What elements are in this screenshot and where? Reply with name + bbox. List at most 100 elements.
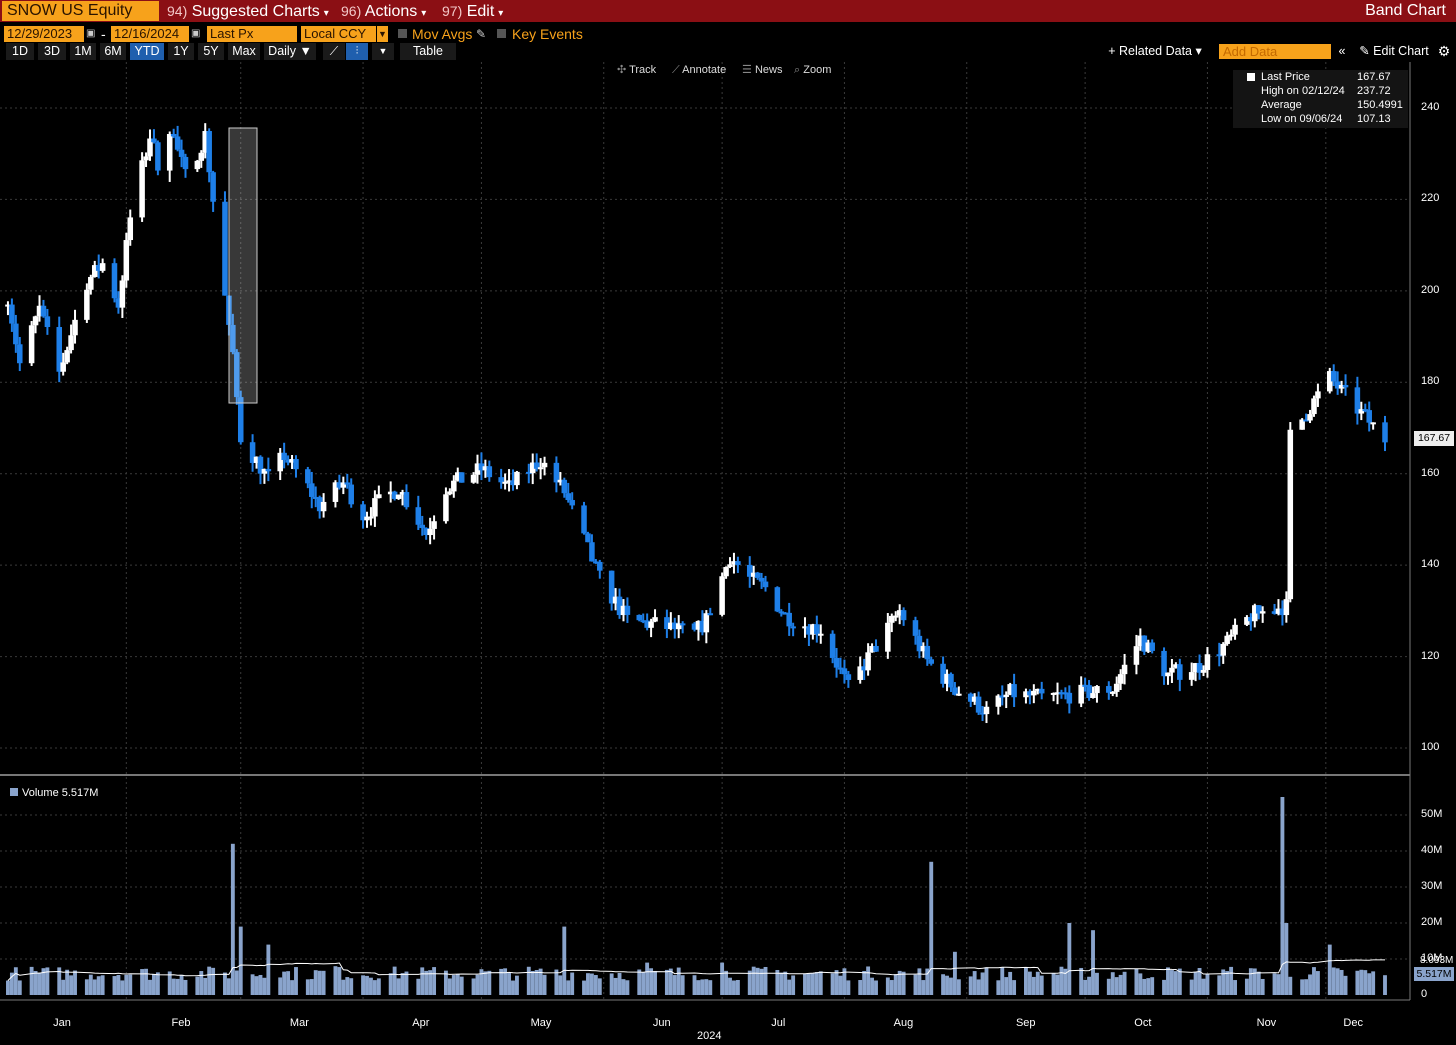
price-band-body <box>1066 692 1073 704</box>
volume-bar <box>1343 975 1348 995</box>
volume-bar <box>1331 967 1336 995</box>
volume-bar <box>1031 976 1036 995</box>
volume-bar <box>901 971 906 995</box>
band-chart[interactable] <box>0 0 1456 1045</box>
volume-bar <box>195 976 200 995</box>
volume-bar <box>1122 971 1127 995</box>
price-band-body <box>707 613 714 616</box>
legend-average-value: 150.4991 <box>1357 99 1403 111</box>
volume-bar <box>96 976 101 995</box>
volume-tick-label: 50M <box>1421 808 1443 820</box>
price-band-body <box>376 494 382 499</box>
price-band-body <box>762 581 769 588</box>
volume-bars <box>6 797 1387 995</box>
volume-bar <box>791 975 796 995</box>
volume-bar <box>1327 944 1332 995</box>
volume-bar <box>341 979 346 995</box>
volume-bar <box>593 975 598 995</box>
volume-bar <box>1118 974 1123 995</box>
price-band-body <box>293 459 299 470</box>
volume-bar <box>1233 980 1237 995</box>
volume-bar <box>290 980 294 995</box>
price-band-body <box>447 491 453 495</box>
price-range-bar <box>6 301 9 316</box>
volume-bar <box>783 971 788 995</box>
price-band-body <box>561 479 568 494</box>
price-band-body <box>415 507 422 525</box>
price-band-body <box>1165 672 1171 677</box>
volume-bar <box>700 979 705 995</box>
price-band-body <box>111 263 118 299</box>
price-range-bar <box>1005 691 1008 709</box>
volume-bar <box>1166 967 1170 995</box>
price-band-body <box>1342 384 1349 388</box>
volume-bar <box>507 972 511 995</box>
volume-tick-label: 0 <box>1421 988 1428 1000</box>
volume-bar <box>1095 972 1099 995</box>
price-band-body <box>565 493 571 501</box>
volume-bar <box>420 967 425 995</box>
volume-bar <box>33 970 38 995</box>
month-label: Apr <box>412 1017 430 1029</box>
price-tick-label: 140 <box>1421 558 1440 571</box>
volume-bar <box>1355 970 1360 995</box>
month-label: Nov <box>1256 1017 1277 1029</box>
price-band-body <box>814 624 820 634</box>
volume-bar <box>554 969 559 995</box>
volume-bar <box>1055 974 1060 995</box>
volume-bar <box>806 973 811 995</box>
price-band-body <box>636 614 643 621</box>
price-band-body <box>309 483 315 497</box>
volume-bar <box>475 974 480 995</box>
volume-bar <box>1383 975 1387 995</box>
annotate-tool[interactable]: ⟋ Annotate <box>672 62 726 78</box>
price-band-body <box>498 477 504 483</box>
price-band-body <box>1188 672 1195 680</box>
zoom-tool[interactable]: ⌕ Zoom <box>794 62 831 78</box>
price-band-body <box>166 134 173 171</box>
price-band-body <box>727 564 733 568</box>
price-range-bar <box>1084 677 1087 692</box>
volume-bar <box>885 977 890 995</box>
price-band-body <box>305 469 311 484</box>
volume-bar <box>586 973 590 995</box>
price-band-body <box>155 142 161 171</box>
volume-bar <box>1083 979 1088 995</box>
volume-bar <box>152 974 156 995</box>
volume-bar <box>69 975 74 995</box>
price-range-bar <box>346 473 349 489</box>
price-band-body <box>873 645 879 652</box>
volume-bar <box>459 976 464 995</box>
volume-bar <box>562 926 567 995</box>
volume-bar <box>751 966 756 995</box>
track-tool[interactable]: ✣ Track <box>617 62 656 78</box>
price-band-body <box>948 673 954 688</box>
price-band-body <box>652 617 658 622</box>
volume-bar <box>333 966 338 995</box>
price-band-body <box>912 620 919 636</box>
volume-bar <box>1288 976 1293 995</box>
news-tool[interactable]: ☰ News <box>742 62 782 78</box>
price-band-body <box>1113 683 1120 692</box>
price-range-bar <box>511 469 514 491</box>
volume-bar <box>664 969 669 995</box>
price-band-body <box>64 350 70 363</box>
volume-bar <box>1106 978 1111 995</box>
price-band-body <box>1204 654 1211 670</box>
price-band-body <box>1121 664 1128 675</box>
price-band-body <box>928 659 935 664</box>
volume-bar <box>534 969 539 995</box>
price-band-body <box>1382 422 1388 443</box>
volume-bar <box>542 974 547 995</box>
price-band-body <box>99 263 106 271</box>
legend-average-label: Average <box>1261 99 1302 111</box>
volume-bar <box>61 979 66 995</box>
price-band-body <box>486 466 493 478</box>
price-band-body <box>427 528 433 536</box>
volume-bar <box>874 980 878 995</box>
price-band-body <box>833 657 840 668</box>
volume-bar <box>254 976 259 995</box>
annotate-label: Annotate <box>682 64 727 76</box>
volume-bar <box>345 977 350 995</box>
volume-bar <box>238 926 243 995</box>
